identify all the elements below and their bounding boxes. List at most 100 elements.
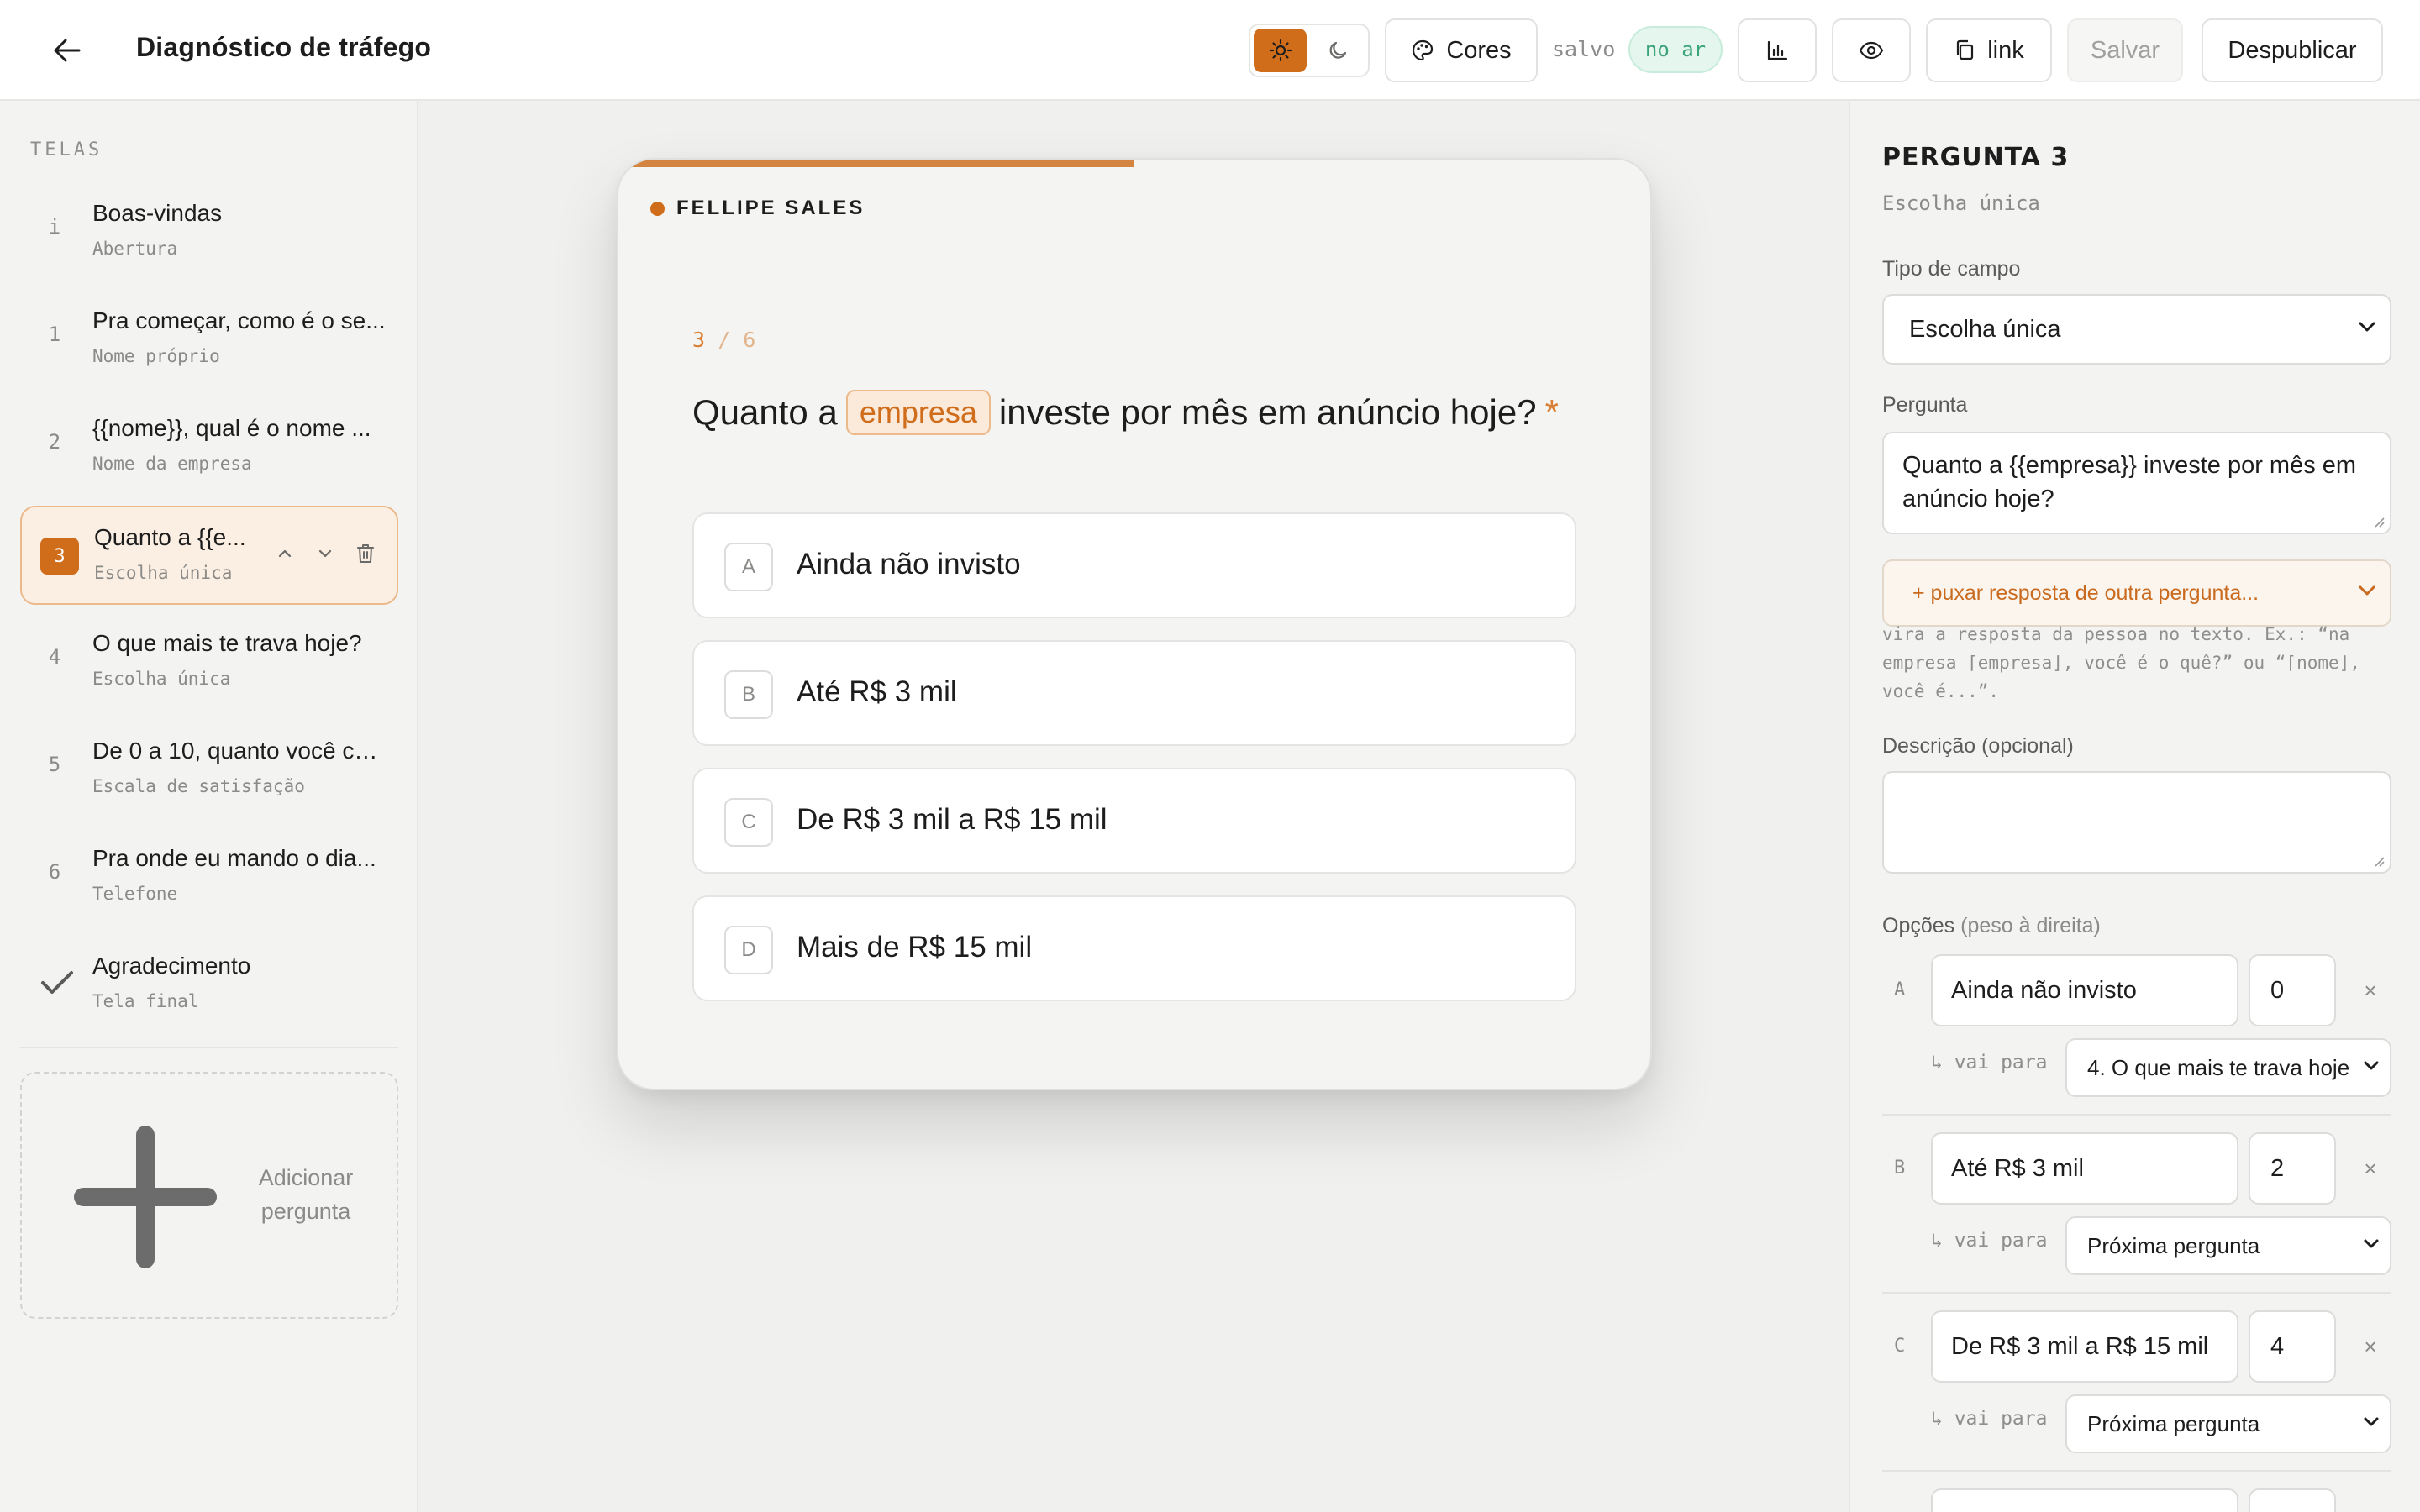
pull-answer-select[interactable]: + puxar resposta de outra pergunta... — [1882, 559, 2391, 627]
option-divider — [1882, 1114, 2391, 1116]
goto-value: Próxima pergunta — [2087, 1410, 2260, 1436]
item-actions — [272, 541, 378, 566]
goto-value: 4. O que mais te trava hoje — [2087, 1054, 2350, 1080]
options-label: Opções (peso à direita) — [1882, 914, 2101, 938]
question-label: Pergunta — [1882, 393, 1968, 417]
options-heading: Opções — [1882, 914, 1955, 937]
variable-chip: empresa — [845, 390, 991, 435]
goto-select[interactable]: Próxima pergunta — [2065, 1216, 2391, 1275]
sidebar-item-question-6[interactable]: 6 Pra onde eu mando o dia... Telefone — [20, 828, 398, 927]
progress-bar — [618, 160, 1650, 167]
copy-link-button[interactable]: link — [1926, 18, 2052, 82]
item-type: Telefone — [92, 884, 178, 904]
item-type: Nome da empresa — [92, 454, 252, 474]
top-bar: Diagnóstico de tráfego Cores salvo no ar — [0, 0, 2420, 101]
item-title: Pra onde eu mando o dia... — [92, 845, 376, 871]
item-number: 4 — [48, 645, 61, 669]
pull-answer-label: + puxar resposta de outra pergunta... — [1912, 580, 2260, 605]
question-part: investe por mês em anúncio hoje? — [998, 392, 1537, 432]
remove-option-button[interactable]: × — [2358, 1334, 2383, 1359]
goto-value: Próxima pergunta — [2087, 1232, 2260, 1258]
option-weight-input[interactable]: 0 — [2249, 954, 2336, 1026]
item-number: 5 — [48, 753, 61, 776]
option-letter: B — [1894, 1158, 1906, 1179]
sidebar-item-question-5[interactable]: 5 De 0 a 10, quanto você co... Escala de… — [20, 721, 398, 820]
save-button[interactable]: Salvar — [2067, 18, 2183, 82]
description-label: Descrição (opcional) — [1882, 734, 2074, 758]
question-value: Quanto a {{empresa}} investe por mês em … — [1902, 452, 2357, 512]
option-key: C — [724, 798, 773, 847]
colors-label: Cores — [1446, 36, 1512, 64]
eye-icon — [1859, 40, 1884, 60]
question-textarea[interactable]: Quanto a {{empresa}} investe por mês em … — [1882, 432, 2391, 534]
saved-indicator: salvo — [1552, 37, 1616, 61]
copy-icon — [1954, 39, 1975, 62]
step-total: / 6 — [705, 328, 756, 352]
option-text: De R$ 3 mil a R$ 15 mil — [797, 803, 1107, 836]
option-key: A — [724, 543, 773, 591]
question-part: Quanto a — [692, 392, 838, 432]
item-type: Abertura — [92, 239, 178, 259]
chevron-down-icon[interactable] — [313, 541, 338, 566]
field-type-select[interactable]: Escolha única — [1882, 294, 2391, 365]
brand: FELLIPE SALES — [650, 197, 865, 220]
option-weight-input[interactable] — [2249, 1488, 2336, 1512]
light-theme-button[interactable] — [1254, 29, 1307, 72]
sidebar-item-question-2[interactable]: 2 {{nome}}, qual é o nome ... Nome da em… — [20, 398, 398, 497]
chevron-up-icon[interactable] — [272, 541, 297, 566]
item-title: O que mais te trava hoje? — [92, 630, 362, 656]
chevron-down-icon — [2363, 1238, 2380, 1250]
option-letter: C — [1894, 1336, 1906, 1357]
back-button[interactable] — [44, 29, 91, 72]
option-text-input[interactable]: De R$ 3 mil a R$ 15 mil — [1931, 1310, 2238, 1383]
add-question-button[interactable]: Adicionar pergunta — [20, 1072, 398, 1319]
arrow-left-icon — [54, 39, 81, 62]
remove-option-button[interactable]: × — [2358, 978, 2383, 1003]
editor-subtitle: Escolha única — [1882, 192, 2040, 215]
answer-option-a[interactable]: A Ainda não invisto — [692, 512, 1576, 618]
goto-select[interactable]: 4. O que mais te trava hoje — [2065, 1038, 2391, 1097]
sidebar-item-welcome[interactable]: i Boas-vindas Abertura — [20, 183, 398, 282]
help-text: vira a resposta da pessoa no texto. Ex.:… — [1882, 624, 2360, 701]
option-text-input[interactable]: Até R$ 3 mil — [1931, 1132, 2238, 1205]
item-type: Nome próprio — [92, 346, 220, 366]
required-mark: * — [1544, 392, 1559, 432]
item-title: Boas-vindas — [92, 200, 223, 226]
resize-grip-icon — [2373, 855, 2385, 867]
sidebar-item-thanks[interactable]: Agradecimento Tela final — [20, 936, 398, 1035]
step-current: 3 — [692, 328, 706, 352]
options-hint: (peso à direita) — [1960, 914, 2101, 937]
option-text: Mais de R$ 15 mil — [797, 931, 1033, 963]
analytics-button[interactable] — [1738, 18, 1817, 82]
question-text: Quanto a empresa investe por mês em anún… — [692, 390, 1559, 435]
unpublish-button[interactable]: Despublicar — [2202, 18, 2383, 82]
option-text: Até R$ 3 mil — [797, 675, 957, 708]
option-text-input[interactable] — [1931, 1488, 2238, 1512]
item-title: De 0 a 10, quanto você co... — [92, 738, 387, 764]
option-key: B — [724, 670, 773, 719]
resize-grip-icon — [2373, 516, 2385, 528]
preview-button[interactable] — [1832, 18, 1911, 82]
option-divider — [1882, 1470, 2391, 1472]
remove-option-button[interactable]: × — [2358, 1156, 2383, 1181]
chevron-down-icon — [2363, 1416, 2380, 1428]
option-divider — [1882, 1292, 2391, 1294]
brand-name: FELLIPE SALES — [676, 197, 865, 219]
option-weight-input[interactable]: 2 — [2249, 1132, 2336, 1205]
answer-option-d[interactable]: D Mais de R$ 15 mil — [692, 895, 1576, 1001]
field-type-label: Tipo de campo — [1882, 257, 2021, 281]
description-textarea[interactable] — [1882, 771, 2391, 874]
option-weight-input[interactable]: 4 — [2249, 1310, 2336, 1383]
answer-option-c[interactable]: C De R$ 3 mil a R$ 15 mil — [692, 768, 1576, 874]
sidebar-item-question-4[interactable]: 4 O que mais te trava hoje? Escolha únic… — [20, 613, 398, 712]
answer-option-b[interactable]: B Até R$ 3 mil — [692, 640, 1576, 746]
sidebar-item-question-3[interactable]: 3 Quanto a {{e... Escolha única — [20, 506, 398, 605]
colors-button[interactable]: Cores — [1385, 18, 1538, 82]
trash-icon[interactable] — [353, 541, 378, 566]
sidebar-item-question-1[interactable]: 1 Pra começar, como é o se... Nome própr… — [20, 291, 398, 390]
item-number: i — [48, 215, 61, 239]
option-text-input[interactable]: Ainda não invisto — [1931, 954, 2238, 1026]
goto-select[interactable]: Próxima pergunta — [2065, 1394, 2391, 1453]
dark-theme-button[interactable] — [1312, 29, 1365, 72]
sun-icon — [1269, 39, 1292, 62]
